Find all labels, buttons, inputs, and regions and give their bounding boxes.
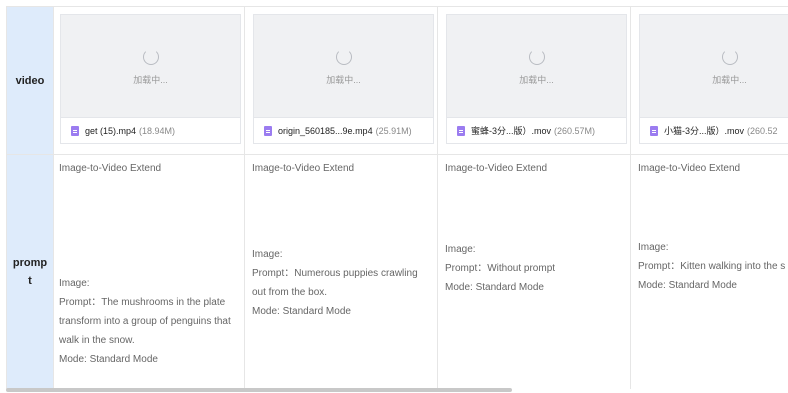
prompt-title: Image-to-Video Extend [638, 163, 741, 174]
loading-spinner-icon [722, 49, 738, 65]
video-cell: 加载中... origin_560185...9e.mp4 (25.91M) [246, 7, 438, 154]
prompt-line: Image: [445, 244, 476, 255]
prompt-header-line: promp [12, 257, 48, 269]
video-file-icon [650, 125, 658, 136]
loading-spinner-icon [143, 49, 159, 65]
file-size: (25.91M) [375, 125, 412, 136]
prompt-line: Image: [252, 249, 283, 260]
prompt-line: Image: [59, 278, 90, 289]
prompt-title: Image-to-Video Extend [445, 163, 548, 174]
file-size: (260.52 [747, 125, 778, 136]
prompt-row: promp t Image-to-Video Extend Image: Pro… [6, 155, 788, 389]
file-info[interactable]: get (15).mp4 (18.94M) [60, 118, 241, 144]
prompt-line: out from the box. [252, 287, 328, 298]
prompt-line: Mode: Standard Mode [445, 282, 544, 293]
prompt-line: transform into a group of penguins that [59, 316, 231, 327]
prompt-cell: Image-to-Video Extend Image: Prompt：The … [53, 155, 245, 389]
video-cell: 加载中... get (15).mp4 (18.94M) [53, 7, 245, 154]
video-preview[interactable]: 加载中... [639, 14, 788, 118]
video-file-icon [457, 125, 465, 136]
horizontal-scrollbar[interactable] [6, 388, 512, 392]
video-preview[interactable]: 加载中... [446, 14, 627, 118]
loading-text: 加载中... [519, 75, 554, 85]
file-info[interactable]: 蜜蜂-3分...版）.mov (260.57M) [446, 118, 627, 144]
prompt-line: walk in the snow. [59, 335, 135, 346]
file-info[interactable]: origin_560185...9e.mp4 (25.91M) [253, 118, 434, 144]
video-preview[interactable]: 加载中... [60, 14, 241, 118]
prompt-line: Prompt：Without prompt [445, 263, 556, 274]
loading-text: 加载中... [326, 75, 361, 85]
file-info[interactable]: 小猫-3分...版）.mov (260.52 [639, 118, 788, 144]
prompt-title: Image-to-Video Extend [59, 163, 162, 174]
video-cell: 加载中... 蜜蜂-3分...版）.mov (260.57M) [439, 7, 631, 154]
video-row-header: video [6, 7, 54, 154]
video-card[interactable]: 加载中... get (15).mp4 (18.94M) [60, 14, 241, 144]
video-card[interactable]: 加载中... origin_560185...9e.mp4 (25.91M) [253, 14, 434, 144]
prompt-body: Image: Prompt：Without prompt Mode: Stand… [445, 240, 624, 297]
prompt-row-header: promp t [6, 155, 54, 389]
prompt-title: Image-to-Video Extend [252, 163, 355, 174]
loading-text: 加载中... [133, 75, 168, 85]
loading-spinner-icon [529, 49, 545, 65]
table-grid: video 加载中... get (15).mp4 (18.94M) 加载中..… [6, 6, 788, 389]
video-preview[interactable]: 加载中... [253, 14, 434, 118]
file-size: (260.57M) [554, 125, 596, 136]
video-card[interactable]: 加载中... 小猫-3分...版）.mov (260.52 [639, 14, 788, 144]
prompt-line: Prompt：Numerous puppies crawling [252, 268, 418, 279]
prompt-body: Image: Prompt：Kitten walking into the s … [638, 238, 788, 295]
video-row: video 加载中... get (15).mp4 (18.94M) 加载中..… [6, 7, 788, 155]
prompt-body: Image: Prompt：Numerous puppies crawling … [252, 245, 431, 321]
prompt-cell: Image-to-Video Extend Image: Prompt：Nume… [246, 155, 438, 389]
prompt-header-line: t [28, 275, 32, 287]
prompt-cell: Image-to-Video Extend Image: Prompt：Kitt… [632, 155, 788, 389]
prompt-line: Mode: Standard Mode [59, 354, 158, 365]
prompt-line: Prompt：The mushrooms in the plate [59, 297, 226, 308]
file-name: 蜜蜂-3分...版）.mov [471, 126, 552, 136]
results-table: video 加载中... get (15).mp4 (18.94M) 加载中..… [6, 6, 788, 389]
video-cell: 加载中... 小猫-3分...版）.mov (260.52 [632, 7, 788, 154]
prompt-body: Image: Prompt：The mushrooms in the plate… [59, 274, 238, 369]
file-size: (18.94M) [139, 125, 176, 136]
loading-spinner-icon [336, 49, 352, 65]
file-name: get (15).mp4 [85, 125, 137, 136]
video-file-icon [71, 125, 79, 136]
file-name: 小猫-3分...版）.mov [664, 126, 745, 136]
prompt-line: Image: [638, 242, 669, 253]
prompt-line: Prompt：Kitten walking into the s [638, 261, 786, 272]
video-card[interactable]: 加载中... 蜜蜂-3分...版）.mov (260.57M) [446, 14, 627, 144]
video-file-icon [264, 125, 272, 136]
loading-text: 加载中... [712, 75, 747, 85]
prompt-line: Mode: Standard Mode [252, 306, 351, 317]
file-name: origin_560185...9e.mp4 [278, 125, 373, 136]
prompt-line: Mode: Standard Mode [638, 280, 737, 291]
prompt-cell: Image-to-Video Extend Image: Prompt：With… [439, 155, 631, 389]
